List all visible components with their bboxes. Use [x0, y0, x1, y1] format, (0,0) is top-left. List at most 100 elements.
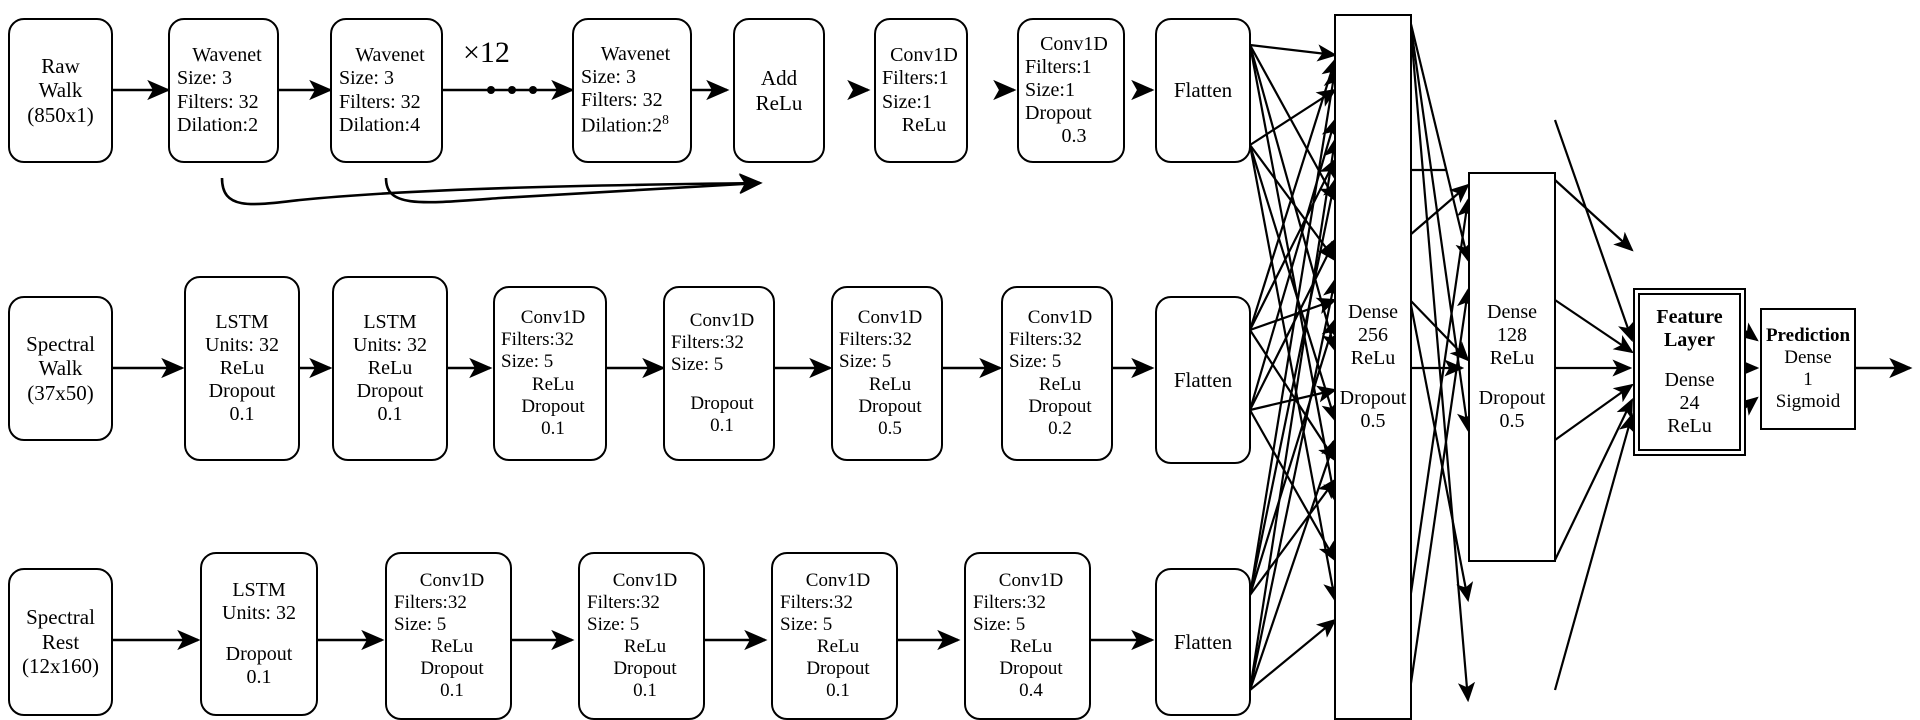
conv-pw2-line-3: Dropout	[1025, 102, 1092, 125]
conv-sw3-line-2: Size: 5	[839, 351, 892, 373]
dense256-line-1: 256	[1358, 323, 1388, 346]
block-conv1d-sr-3[interactable]: Conv1D Filters:32 Size: 5 ReLu Dropout 0…	[771, 552, 898, 720]
dense256-line-2: ReLu	[1350, 346, 1396, 369]
block-flatten-spectral-walk[interactable]: Flatten	[1155, 296, 1251, 464]
block-lstm-1[interactable]: LSTM Units: 32 ReLu Dropout 0.1	[184, 276, 300, 461]
conv-sw2-line-5: 0.1	[710, 414, 734, 436]
feature-layer-line-0: Dense	[1664, 368, 1715, 391]
block-conv1d-sr-2[interactable]: Conv1D Filters:32 Size: 5 ReLu Dropout 0…	[578, 552, 705, 720]
lstm-1-line-3: Dropout	[208, 380, 276, 403]
block-flatten-raw[interactable]: Flatten	[1155, 18, 1251, 163]
conv-sr2-line-3: ReLu	[623, 636, 667, 657]
block-feature-layer[interactable]: Feature Layer Dense 24 ReLu	[1633, 288, 1746, 456]
conv-sr2-line-4: Dropout	[613, 658, 677, 680]
conv-sw4-line-4: Dropout	[1028, 395, 1092, 417]
lstm-2-line-4: 0.1	[377, 403, 403, 426]
block-conv1d-sr-1[interactable]: Conv1D Filters:32 Size: 5 ReLu Dropout 0…	[385, 552, 512, 720]
block-conv1d-sw-2[interactable]: Conv1D Filters:32 Size: 5 Dropout 0.1	[663, 286, 775, 461]
input-spectral-walk[interactable]: Spectral Walk (37x50)	[8, 296, 113, 441]
conv-pw2-line-4: 0.3	[1061, 125, 1087, 148]
lstm-1-line-1: Units: 32	[205, 333, 279, 356]
prediction-title: Prediction	[1765, 324, 1851, 346]
conv-pw1-line-1: Filters:1	[882, 67, 949, 90]
block-conv1d-sw-4[interactable]: Conv1D Filters:32 Size: 5 ReLu Dropout 0…	[1001, 286, 1113, 461]
block-dense-256[interactable]: Dense 256 ReLu Dropout 0.5	[1334, 14, 1412, 720]
conv-pw2-line-2: Size:1	[1025, 78, 1075, 101]
block-lstm-2[interactable]: LSTM Units: 32 ReLu Dropout 0.1	[332, 276, 448, 461]
lstm-2-line-1: Units: 32	[353, 333, 427, 356]
block-conv1d-sw-1[interactable]: Conv1D Filters:32 Size: 5 ReLu Dropout 0…	[493, 286, 607, 461]
block-add-relu[interactable]: Add ReLu	[733, 18, 825, 163]
lstm-1-line-0: LSTM	[215, 310, 269, 333]
conv-sr4-line-4: Dropout	[999, 658, 1063, 680]
input-raw-walk[interactable]: Raw Walk (850x1)	[8, 18, 113, 163]
wavenet-2-line-1: Size: 3	[339, 67, 394, 90]
conv-sr1-line-0: Conv1D	[419, 569, 485, 591]
block-prediction[interactable]: Prediction Dense 1 Sigmoid	[1760, 308, 1856, 430]
input-spectral-rest-line-1: Rest	[41, 629, 80, 654]
block-conv1d-sr-4[interactable]: Conv1D Filters:32 Size: 5 ReLu Dropout 0…	[964, 552, 1091, 720]
conv-sr4-line-5: 0.4	[1019, 680, 1043, 702]
input-spectral-rest-line-0: Spectral	[26, 605, 95, 630]
dot-3	[529, 86, 537, 94]
conv-sr2-line-0: Conv1D	[612, 569, 678, 591]
conv-sr3-line-5: 0.1	[826, 680, 850, 702]
block-conv1d-pointwise-2[interactable]: Conv1D Filters:1 Size:1 Dropout 0.3	[1017, 18, 1125, 163]
block-wavenet-n[interactable]: Wavenet Size: 3 Filters: 32 Dilation:28	[572, 18, 692, 163]
ellipsis-dots	[487, 86, 537, 94]
conv-sw1-line-2: Size: 5	[501, 351, 554, 373]
conv-pw1-line-0: Conv1D	[890, 44, 958, 67]
wavenet-2-line-3: Dilation:4	[339, 113, 421, 136]
conv-sw3-line-3: ReLu	[868, 373, 912, 395]
wavenet-2-line-0: Wavenet	[355, 44, 425, 67]
block-wavenet-2[interactable]: Wavenet Size: 3 Filters: 32 Dilation:4	[330, 18, 443, 163]
lstm-sr1-line-1: Units: 32	[222, 602, 296, 625]
conv-pw1-line-3: ReLu	[901, 113, 947, 136]
conv-sr3-line-2: Size: 5	[780, 613, 833, 635]
block-conv1d-sw-3[interactable]: Conv1D Filters:32 Size: 5 ReLu Dropout 0…	[831, 286, 943, 461]
flatten-sw-label: Flatten	[1173, 367, 1233, 392]
flatten-sr-label: Flatten	[1173, 629, 1233, 654]
conv-sw4-line-0: Conv1D	[1027, 307, 1093, 329]
lstm-2-line-0: LSTM	[363, 310, 417, 333]
wavenet-n-line-0: Wavenet	[600, 42, 671, 65]
block-dense-128[interactable]: Dense 128 ReLu Dropout 0.5	[1468, 172, 1556, 562]
dense256-line-5: 0.5	[1360, 410, 1386, 433]
conv-sw1-line-5: 0.1	[541, 417, 565, 439]
conv-sr3-line-0: Conv1D	[805, 569, 871, 591]
wavenet-1-line-1: Size: 3	[177, 67, 232, 90]
conv-sw3-line-4: Dropout	[858, 395, 922, 417]
conv-sr2-line-5: 0.1	[633, 680, 657, 702]
prediction-line-2: Sigmoid	[1775, 391, 1841, 413]
lstm-1-line-4: 0.1	[229, 403, 255, 426]
conv-sr1-line-3: ReLu	[430, 636, 474, 657]
block-flatten-spectral-rest[interactable]: Flatten	[1155, 568, 1251, 716]
conv-sr4-line-2: Size: 5	[973, 613, 1026, 635]
lstm-2-line-2: ReLu	[367, 356, 413, 379]
conv-sw2-line-4: Dropout	[690, 392, 754, 414]
repeat-multiplier-label: ×12	[463, 36, 510, 69]
conv-sw2-line-1: Filters:32	[671, 332, 744, 354]
conv-sw1-line-3: ReLu	[531, 373, 575, 395]
dense128-line-2: ReLu	[1489, 346, 1535, 369]
input-spectral-rest[interactable]: Spectral Rest (12x160)	[8, 568, 113, 716]
block-wavenet-1[interactable]: Wavenet Size: 3 Filters: 32 Dilation:2	[168, 18, 279, 163]
block-conv1d-pointwise-1[interactable]: Conv1D Filters:1 Size:1 ReLu	[874, 18, 968, 163]
conv-sw1-line-4: Dropout	[521, 395, 585, 417]
conv-sr4-line-3: ReLu	[1009, 636, 1053, 657]
wavenet-n-line-2: Filters: 32	[581, 89, 663, 112]
flatten-raw-label: Flatten	[1173, 78, 1233, 103]
feature-layer-line-1: 24	[1679, 392, 1700, 415]
dot-2	[508, 86, 516, 94]
conv-sr1-line-2: Size: 5	[394, 613, 447, 635]
input-spectral-walk-line-1: Walk	[38, 356, 83, 381]
feature-layer-title-line-0: Feature	[1656, 305, 1723, 328]
lstm-2-line-3: Dropout	[356, 380, 424, 403]
conv-pw2-line-1: Filters:1	[1025, 55, 1092, 78]
prediction-line-0: Dense	[1784, 346, 1832, 368]
conv-pw1-line-2: Size:1	[882, 90, 932, 113]
conv-sw2-line-2: Size: 5	[671, 354, 724, 376]
input-spectral-walk-line-2: (37x50)	[27, 380, 94, 405]
conv-sr3-line-1: Filters:32	[780, 591, 853, 613]
block-lstm-sr-1[interactable]: LSTM Units: 32 Dropout 0.1	[200, 552, 318, 716]
